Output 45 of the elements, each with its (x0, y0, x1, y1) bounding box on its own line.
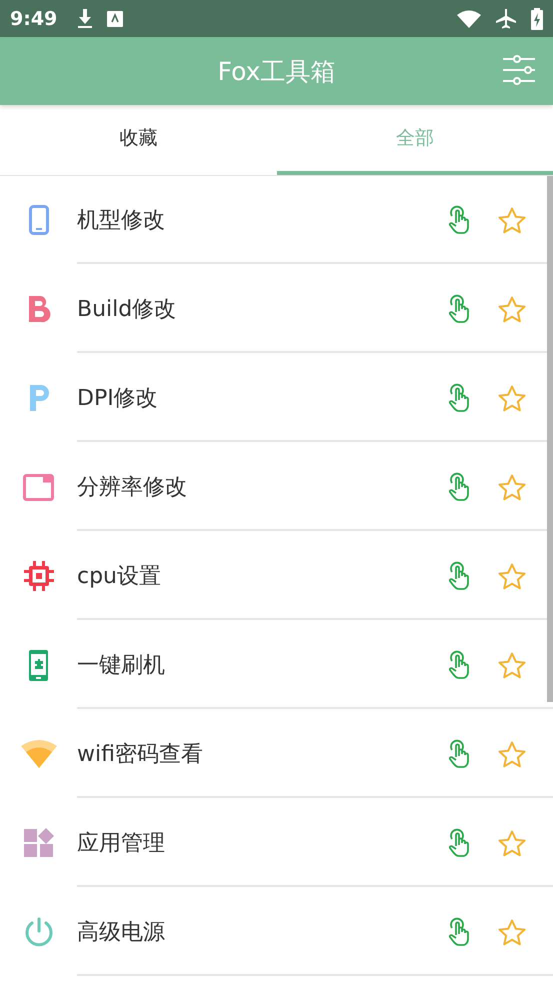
star-icon[interactable] (498, 206, 526, 234)
tool-label[interactable]: 应用管理 (77, 828, 449, 858)
tap-hand-icon[interactable] (449, 650, 471, 680)
tool-label[interactable]: 高级电源 (77, 917, 449, 947)
star-icon[interactable] (498, 652, 526, 678)
keyboard-icon (107, 10, 124, 26)
star-icon[interactable] (498, 296, 526, 322)
wifi-icon (20, 739, 56, 769)
tap-hand-icon[interactable] (449, 739, 471, 769)
tool-label[interactable]: DPI修改 (77, 383, 449, 413)
tab[interactable]: 收藏 (0, 105, 276, 175)
phone-puzzle-icon (28, 648, 49, 682)
tap-hand-icon[interactable] (449, 205, 471, 235)
tap-hand-icon[interactable] (449, 472, 471, 502)
download-icon (77, 8, 94, 28)
tool-label[interactable]: Build修改 (77, 294, 449, 324)
star-icon[interactable] (498, 918, 526, 946)
star-icon[interactable] (498, 562, 526, 590)
apps-icon (24, 828, 54, 858)
tap-hand-icon[interactable] (449, 383, 471, 413)
star-icon[interactable] (498, 740, 526, 768)
battery-icon (531, 8, 543, 30)
phone-icon (28, 205, 48, 235)
tool-label[interactable]: 分辨率修改 (77, 472, 449, 502)
star-icon[interactable] (498, 384, 526, 412)
chip-icon (22, 560, 54, 592)
status-time: 9:49 (10, 8, 58, 30)
app-title: Fox工具箱 (218, 56, 336, 88)
tool-label[interactable]: cpu设置 (77, 561, 449, 591)
tap-hand-icon[interactable] (449, 561, 471, 591)
wifi-signal-icon (457, 10, 481, 28)
tool-label[interactable]: wifi密码查看 (77, 739, 449, 769)
tool-label[interactable]: 一键刷机 (77, 650, 449, 680)
window-icon (23, 474, 54, 500)
tap-hand-icon[interactable] (449, 917, 471, 947)
power-icon (24, 917, 54, 947)
letter-p-icon (28, 384, 50, 412)
star-icon[interactable] (498, 830, 526, 856)
letter-b-icon (26, 295, 50, 323)
tap-hand-icon[interactable] (449, 828, 471, 858)
star-icon[interactable] (498, 474, 526, 500)
airplane-icon (495, 8, 517, 30)
settings-icon[interactable] (503, 55, 535, 85)
tap-hand-icon[interactable] (449, 294, 471, 324)
tool-label[interactable]: 机型修改 (77, 205, 449, 235)
